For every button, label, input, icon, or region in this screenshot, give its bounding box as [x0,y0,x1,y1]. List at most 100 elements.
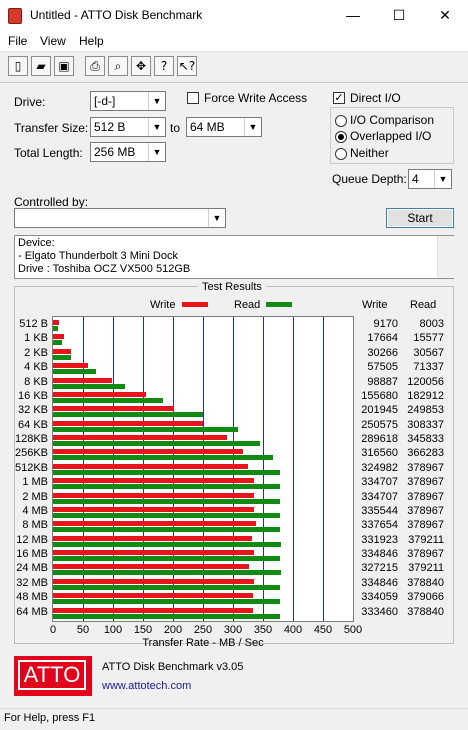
read-value: 378967 [407,490,444,503]
read-bar [53,455,273,461]
read-value: 378967 [407,504,444,517]
total-length-label: Total Length: [14,146,83,160]
category-label: 4 KB [24,361,48,374]
x-tick-label: 450 [313,624,333,636]
legend-read-label: Read [234,299,261,311]
gridline [323,317,324,621]
io-comparison-label: I/O Comparison [350,113,435,127]
menu-file[interactable]: File [8,34,27,48]
write-value: 334846 [361,576,398,589]
force-write-checkbox[interactable] [187,92,199,104]
read-value: 182912 [407,389,444,402]
chevron-down-icon: ▼ [148,118,165,136]
write-value: 334707 [361,476,398,489]
read-value: 378967 [407,476,444,489]
write-value: 334707 [361,490,398,503]
transfer-to-label: to [170,121,181,135]
write-bar [53,363,88,369]
context-help-icon[interactable]: ↖? [177,56,197,76]
overlapped-io-radio[interactable] [335,131,347,143]
print-preview-icon[interactable]: ⌕ [108,56,128,76]
results-title: Test Results [198,281,266,293]
menu-view[interactable]: View [40,34,66,48]
save-icon[interactable]: ▣ [54,56,74,76]
transfer-size-to-select[interactable]: 64 MB ▼ [186,117,262,137]
write-column-header: Write [362,299,388,311]
chevron-down-icon: ▼ [208,209,225,227]
new-icon[interactable]: ▯ [8,56,28,76]
write-bar [53,607,254,613]
device-scrollbar[interactable] [437,236,454,278]
write-value: 333460 [361,605,398,618]
x-tick-label: 250 [193,624,213,636]
read-value: 366283 [407,447,444,460]
read-value: 379211 [408,533,444,546]
write-bar [53,348,72,354]
transfer-size-from-select[interactable]: 512 B ▼ [90,117,166,137]
write-bar [53,564,250,570]
transfer-size-from-value: 512 B [94,120,126,134]
force-write-label: Force Write Access [204,91,308,105]
close-button[interactable]: ✕ [422,0,468,31]
read-value: 345833 [407,433,444,446]
total-length-select[interactable]: 256 MB ▼ [90,142,166,162]
read-value: 8003 [419,318,444,330]
neither-radio[interactable] [335,148,347,160]
chevron-down-icon: ▼ [244,118,261,136]
move-icon[interactable]: ✥ [131,56,151,76]
help-icon[interactable]: ? [154,56,174,76]
write-value: 17664 [367,332,398,345]
read-bar [53,541,281,547]
category-label: 8 KB [24,375,48,388]
write-bar [53,320,59,325]
drive-label: Drive: [14,95,46,109]
direct-io-checkbox[interactable]: ✓ [333,92,345,104]
x-tick-label: 400 [283,624,303,636]
write-value: 337654 [361,519,398,532]
write-bar [53,377,113,383]
read-value: 15577 [413,332,444,345]
chevron-down-icon: ▼ [434,170,451,188]
read-bar [53,584,281,590]
start-button[interactable]: Start [386,208,454,228]
menu-help[interactable]: Help [79,34,104,48]
category-label: 24 MB [16,562,48,575]
read-bar [53,484,281,490]
write-bar [53,463,248,469]
write-value: 155680 [361,389,398,402]
write-bar [53,435,227,441]
category-label: 16 MB [16,548,48,561]
category-label: 16 KB [18,389,48,402]
device-line-1: Device: [18,237,55,249]
open-icon[interactable]: ▰ [31,56,51,76]
transfer-size-to-value: 64 MB [190,120,225,134]
write-bar [53,420,204,426]
maximize-button[interactable]: ☐ [376,0,422,31]
read-bar [53,469,281,475]
read-bar [53,599,281,605]
read-column-header: Read [410,299,437,311]
write-bar [53,593,254,599]
read-value: 249853 [407,404,444,417]
write-value: 327215 [361,562,398,575]
total-length-value: 256 MB [94,145,136,159]
category-label: 32 KB [18,404,48,417]
atto-logo-text: ATTO [18,660,86,690]
controlled-by-select[interactable]: ▼ [14,208,226,228]
website-link[interactable]: www.attotech.com [102,680,191,692]
read-value: 71337 [413,361,444,374]
io-comparison-radio[interactable] [335,115,347,127]
read-value: 30567 [413,346,444,359]
read-bar [53,412,203,418]
read-value: 378840 [407,605,444,618]
read-value: 378840 [407,576,444,589]
write-bar [53,449,243,455]
drive-value: [-d-] [94,94,116,108]
read-bar [53,570,281,576]
read-bar [53,556,281,562]
print-icon[interactable]: ⎙ [85,56,105,76]
drive-select[interactable]: [-d-] ▼ [90,91,166,111]
minimize-button[interactable]: — [330,0,376,31]
queue-depth-select[interactable]: 4 ▼ [408,169,452,189]
queue-depth-value: 4 [412,172,419,186]
